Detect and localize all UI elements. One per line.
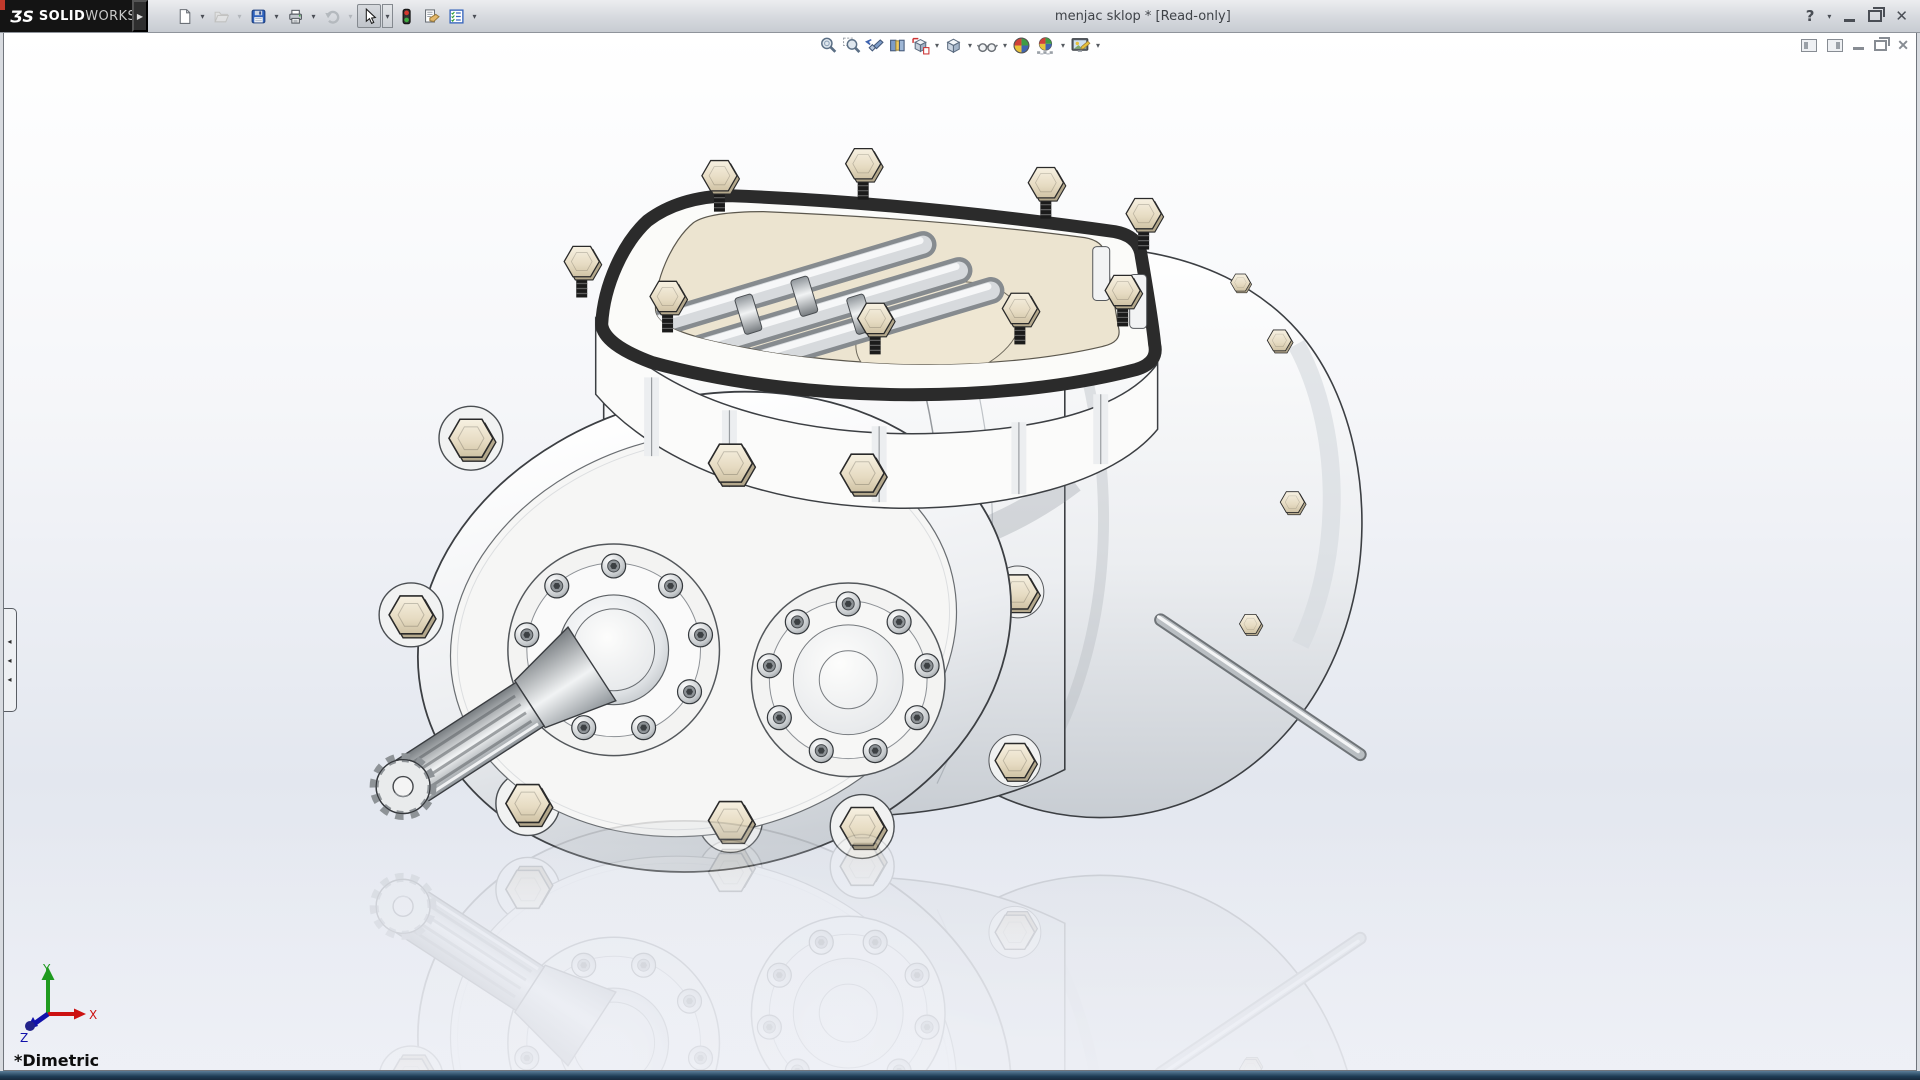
right-pane-icon <box>1827 38 1844 52</box>
select-tool-dropdown[interactable]: ▾ <box>382 4 393 28</box>
file-properties-button[interactable] <box>419 4 443 28</box>
zoom-to-fit-icon <box>821 37 837 53</box>
toggle-left-pane-button[interactable] <box>1801 38 1818 52</box>
view-orientation-dropdown[interactable]: ▾ <box>933 41 941 50</box>
left-pane-icon <box>1801 38 1818 52</box>
apply-scene-dropdown[interactable]: ▾ <box>1059 41 1067 50</box>
titlebar: ƷS SOLID WORKS ▶ ▾ ▾ ▾ ▾ ▾ ▾ ▾ menjac sk… <box>0 0 1920 33</box>
reflection-fade <box>4 826 1916 1070</box>
view-orientation-icon <box>912 37 930 55</box>
save-floppy-icon <box>251 9 265 23</box>
collapse-arrow-icon: ◂ <box>7 674 12 684</box>
display-style-button[interactable] <box>943 35 964 56</box>
save-button[interactable] <box>246 4 270 28</box>
minimize-icon <box>1844 18 1856 22</box>
restore-button[interactable] <box>1868 7 1886 22</box>
new-document-button[interactable] <box>172 4 196 28</box>
view-orientation-button[interactable] <box>910 35 931 56</box>
doc-minimize-icon <box>1853 47 1865 50</box>
solidworks-logo: ƷS SOLID WORKS <box>0 0 136 32</box>
app-icon <box>0 0 5 10</box>
gearbox-assembly-model[interactable] <box>369 149 1367 930</box>
collapse-arrow-icon: ◂ <box>7 655 12 665</box>
window-controls: ? ▾ ✕ <box>1806 7 1908 25</box>
bearing-retainer-right[interactable] <box>750 582 946 778</box>
close-button[interactable]: ✕ <box>1895 8 1908 24</box>
undo-icon <box>324 10 339 24</box>
doc-minimize-button[interactable] <box>1853 40 1865 50</box>
feature-manager-collapsed-tab[interactable]: ◂ ◂ ◂ <box>4 608 17 712</box>
view-settings-icon <box>1071 38 1091 52</box>
zoom-to-area-button[interactable] <box>841 35 862 56</box>
collapse-arrow-icon: ◂ <box>7 636 12 646</box>
rebuild-button[interactable] <box>394 4 418 28</box>
solidworks-logo-glyph: ƷS <box>10 6 34 26</box>
doc-restore-icon <box>1874 36 1891 51</box>
select-cursor-icon <box>365 7 377 24</box>
rebuild-traffic-light-icon <box>402 8 411 24</box>
reference-triad: Y X Z <box>20 962 97 1045</box>
apply-scene-icon <box>1037 37 1053 55</box>
edit-appearance-button[interactable] <box>1011 35 1032 56</box>
solidworks-logo-bold: SOLID <box>38 8 86 24</box>
file-properties-icon <box>424 8 440 23</box>
help-dropdown[interactable]: ▾ <box>1827 12 1831 21</box>
previous-view-icon <box>864 38 884 52</box>
triad-z-label: Z <box>20 1031 28 1045</box>
options-checklist-icon <box>448 8 464 24</box>
solidworks-logo-light: WORKS <box>85 8 137 24</box>
hide-show-items-glasses-icon <box>976 43 998 53</box>
undo-button[interactable] <box>320 4 344 28</box>
restore-icon <box>1868 7 1886 22</box>
open-folder-icon <box>213 11 229 22</box>
hide-show-items-button[interactable] <box>976 35 999 56</box>
view-orientation-label: *Dimetric <box>14 1051 100 1070</box>
zoom-to-fit-button[interactable] <box>818 35 839 56</box>
document-window-controls: ✕ <box>1801 36 1909 52</box>
section-view-icon <box>890 39 905 52</box>
heads-up-view-toolbar: ▾ ▾ ▾ ▾ ▾ <box>818 35 1102 56</box>
help-button[interactable]: ? <box>1806 7 1815 25</box>
previous-view-button[interactable] <box>864 35 885 56</box>
solidworks-window: ƷS SOLID WORKS ▶ ▾ ▾ ▾ ▾ ▾ ▾ ▾ menjac sk… <box>0 0 1920 1080</box>
hide-show-items-dropdown[interactable]: ▾ <box>1001 41 1009 50</box>
doc-close-button[interactable]: ✕ <box>1897 38 1909 52</box>
minimize-button[interactable] <box>1844 11 1856 22</box>
new-document-icon <box>179 8 190 24</box>
standard-toolbar: ▾ ▾ ▾ ▾ ▾ ▾ ▾ <box>172 0 480 32</box>
toolbar-flyout-arrow[interactable]: ▶ <box>132 0 148 32</box>
section-view-button[interactable] <box>887 35 908 56</box>
model-canvas[interactable] <box>4 33 1916 1070</box>
open-document-dropdown[interactable]: ▾ <box>234 4 245 28</box>
zoom-to-area-icon <box>843 37 861 54</box>
view-settings-button[interactable] <box>1069 35 1092 56</box>
triad-x-label: X <box>89 1008 97 1022</box>
new-document-dropdown[interactable]: ▾ <box>197 4 208 28</box>
edit-appearance-ball-icon <box>1013 37 1030 54</box>
window-bottom-edge <box>0 1071 1920 1080</box>
view-settings-dropdown[interactable]: ▾ <box>1094 41 1102 50</box>
apply-scene-button[interactable] <box>1034 35 1057 56</box>
doc-restore-button[interactable] <box>1874 36 1891 51</box>
undo-dropdown[interactable]: ▾ <box>345 4 356 28</box>
options-button[interactable] <box>444 4 468 28</box>
save-dropdown[interactable]: ▾ <box>271 4 282 28</box>
display-style-dropdown[interactable]: ▾ <box>966 41 974 50</box>
triad-y-label: Y <box>42 962 51 976</box>
options-dropdown[interactable]: ▾ <box>469 4 480 28</box>
graphics-area[interactable]: ▾ ▾ ▾ ▾ ▾ ✕ ◂ ◂ ◂ Y X Z *Dimetric <box>3 32 1917 1071</box>
document-title: menjac sklop * [Read-only] <box>1054 8 1231 24</box>
print-button[interactable] <box>283 4 307 28</box>
print-icon <box>288 9 302 24</box>
toggle-right-pane-button[interactable] <box>1827 38 1844 52</box>
display-style-icon <box>946 38 961 54</box>
select-tool-button[interactable] <box>357 4 381 28</box>
open-document-button[interactable] <box>209 4 233 28</box>
print-dropdown[interactable]: ▾ <box>308 4 319 28</box>
